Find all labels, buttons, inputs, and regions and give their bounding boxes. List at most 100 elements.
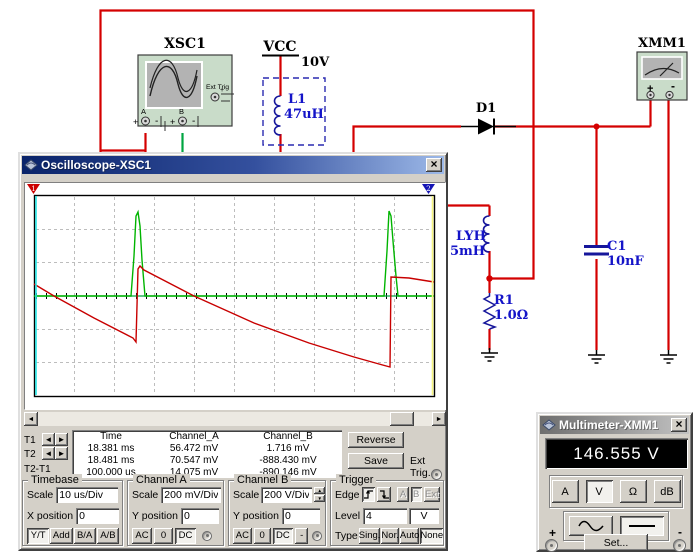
component-c1[interactable]: C1 10nF bbox=[584, 239, 645, 269]
scroll-right-icon[interactable]: ► bbox=[432, 412, 446, 426]
trigger-source-b-button[interactable]: B bbox=[411, 487, 422, 502]
measurement-value: 146.555 V bbox=[573, 444, 660, 464]
trigger-type-single-button[interactable]: Sing. bbox=[359, 528, 381, 544]
channel-a-ac-button[interactable]: AC bbox=[132, 528, 152, 544]
component-xsc1[interactable]: XSC1 Ext Trig + A B + - + - bbox=[133, 36, 234, 131]
xsc1-label: XSC1 bbox=[164, 36, 206, 52]
ac-mode-button[interactable] bbox=[569, 516, 613, 536]
channel-a-scale-input[interactable] bbox=[161, 487, 221, 503]
t1-left-button[interactable]: ◄ bbox=[42, 433, 55, 446]
rising-edge-icon bbox=[363, 489, 374, 500]
scale-label: Scale bbox=[27, 489, 53, 501]
trigger-type-auto-button[interactable]: Auto bbox=[400, 528, 420, 544]
ohms-mode-button[interactable]: Ω bbox=[620, 480, 647, 503]
dc-mode-button[interactable] bbox=[620, 516, 664, 536]
reverse-button[interactable]: Reverse bbox=[348, 432, 404, 448]
component-l1[interactable]: L1 47uH bbox=[263, 78, 325, 145]
channel-b-scale-input[interactable] bbox=[261, 487, 312, 503]
trigger-level-unit[interactable] bbox=[409, 508, 439, 524]
svg-text:47uH: 47uH bbox=[284, 107, 324, 122]
svg-text:XMM1: XMM1 bbox=[638, 36, 686, 51]
channel-b-legend: Channel B bbox=[234, 474, 291, 486]
svg-text:5mH: 5mH bbox=[450, 244, 485, 259]
ab-mode-button[interactable]: A/B bbox=[97, 528, 119, 544]
channel-a-legend: Channel A bbox=[133, 474, 190, 486]
component-xmm1[interactable]: XMM1 + - bbox=[637, 36, 687, 100]
wire-lyh bbox=[447, 206, 490, 351]
channel-b-ac-button[interactable]: AC bbox=[233, 528, 252, 544]
junction-dot bbox=[594, 124, 600, 130]
readout-value: 70.547 mV bbox=[150, 455, 238, 467]
channel-b-invert-button[interactable]: - bbox=[295, 528, 308, 544]
save-button[interactable]: Save bbox=[348, 453, 404, 469]
trigger-source-ext-button[interactable]: Ext bbox=[424, 487, 440, 502]
mode-button-frame: A V Ω dB bbox=[549, 475, 683, 508]
scrollbar-thumb[interactable] bbox=[390, 412, 414, 426]
t2-right-button[interactable]: ► bbox=[55, 447, 68, 460]
ba-mode-button[interactable]: B/A bbox=[74, 528, 96, 544]
trigger-type-none-button[interactable]: None bbox=[420, 528, 443, 544]
component-vcc[interactable]: VCC 10V bbox=[262, 39, 330, 70]
channel-a-dc-button[interactable]: DC bbox=[175, 528, 196, 544]
scope-display: 1 2 bbox=[24, 182, 446, 410]
db-mode-button[interactable]: dB bbox=[654, 480, 681, 503]
timebase-legend: Timebase bbox=[28, 474, 82, 486]
close-icon[interactable]: × bbox=[426, 158, 442, 172]
window-title: Oscilloscope-XSC1 bbox=[41, 158, 423, 172]
ground-icon bbox=[588, 350, 605, 363]
multisim-icon bbox=[542, 419, 556, 431]
trigger-source-a-button[interactable]: A bbox=[397, 487, 408, 502]
channel-b-connector bbox=[312, 531, 322, 541]
channel-b-dc-button[interactable]: DC bbox=[273, 528, 294, 544]
rising-edge-button[interactable] bbox=[362, 487, 376, 502]
multisim-icon bbox=[24, 159, 38, 171]
inductor-coil bbox=[275, 96, 281, 135]
svg-text:-: - bbox=[192, 116, 195, 127]
scroll-left-icon[interactable]: ◄ bbox=[24, 412, 38, 426]
falling-edge-button[interactable] bbox=[377, 487, 391, 502]
horizontal-scrollbar[interactable]: ◄ ► bbox=[24, 412, 446, 426]
xsc1-b-label: B bbox=[179, 107, 184, 116]
trigger-legend: Trigger bbox=[336, 474, 376, 486]
capacitor-symbol bbox=[584, 247, 609, 255]
minus-terminal-label: - bbox=[678, 525, 682, 539]
plus-terminal-connector[interactable] bbox=[545, 539, 558, 552]
t1-right-button[interactable]: ► bbox=[55, 433, 68, 446]
wire-d1-right bbox=[494, 100, 651, 127]
t1-cursor-buttons: ◄ ► bbox=[42, 433, 68, 446]
amps-mode-button[interactable]: A bbox=[552, 480, 579, 503]
trigger-level-input[interactable] bbox=[363, 508, 407, 524]
ground-symbols bbox=[481, 348, 677, 363]
svg-text:C1: C1 bbox=[607, 239, 626, 254]
spin-down-icon: ▼ bbox=[314, 495, 325, 502]
channel-b-zero-button[interactable]: 0 bbox=[254, 528, 271, 544]
diode-symbol bbox=[478, 119, 494, 135]
trigger-type-normal-button[interactable]: Nor. bbox=[381, 528, 398, 544]
wire-d1-left bbox=[354, 127, 462, 153]
close-icon[interactable]: × bbox=[671, 418, 687, 432]
multimeter-display: 146.555 V bbox=[545, 438, 688, 469]
readout-header: Channel_B bbox=[238, 431, 338, 443]
channel-a-zero-button[interactable]: 0 bbox=[154, 528, 173, 544]
timebase-scale-input[interactable] bbox=[56, 487, 118, 503]
t2-left-button[interactable]: ◄ bbox=[42, 447, 55, 460]
svg-text:1.0Ω: 1.0Ω bbox=[494, 308, 528, 323]
minus-terminal-connector[interactable] bbox=[673, 539, 686, 552]
channel-a-ypos-input[interactable] bbox=[181, 508, 219, 524]
svg-text:+: + bbox=[170, 117, 175, 127]
xsc1-a-label: A bbox=[141, 107, 146, 116]
component-d1[interactable]: D1 bbox=[461, 101, 516, 135]
component-r1[interactable]: R1 1.0Ω bbox=[484, 293, 528, 329]
ext-trig-connector[interactable] bbox=[431, 469, 442, 480]
multimeter-titlebar[interactable]: Multimeter-XMM1 × bbox=[540, 416, 689, 434]
set-button[interactable]: Set... bbox=[584, 534, 648, 551]
x-position-input[interactable] bbox=[76, 508, 119, 524]
scale-spinner[interactable]: ▲ ▼ bbox=[314, 487, 325, 502]
add-mode-button[interactable]: Add bbox=[50, 528, 72, 544]
yt-mode-button[interactable]: Y/T bbox=[27, 528, 49, 544]
component-lyh[interactable]: LYH 5mH bbox=[450, 216, 490, 259]
oscilloscope-titlebar[interactable]: Oscilloscope-XSC1 × bbox=[22, 156, 444, 174]
volts-mode-button[interactable]: V bbox=[586, 480, 613, 503]
channel-a-group: Channel A Scale Y position AC 0 DC bbox=[127, 480, 224, 546]
channel-b-ypos-input[interactable] bbox=[282, 508, 320, 524]
